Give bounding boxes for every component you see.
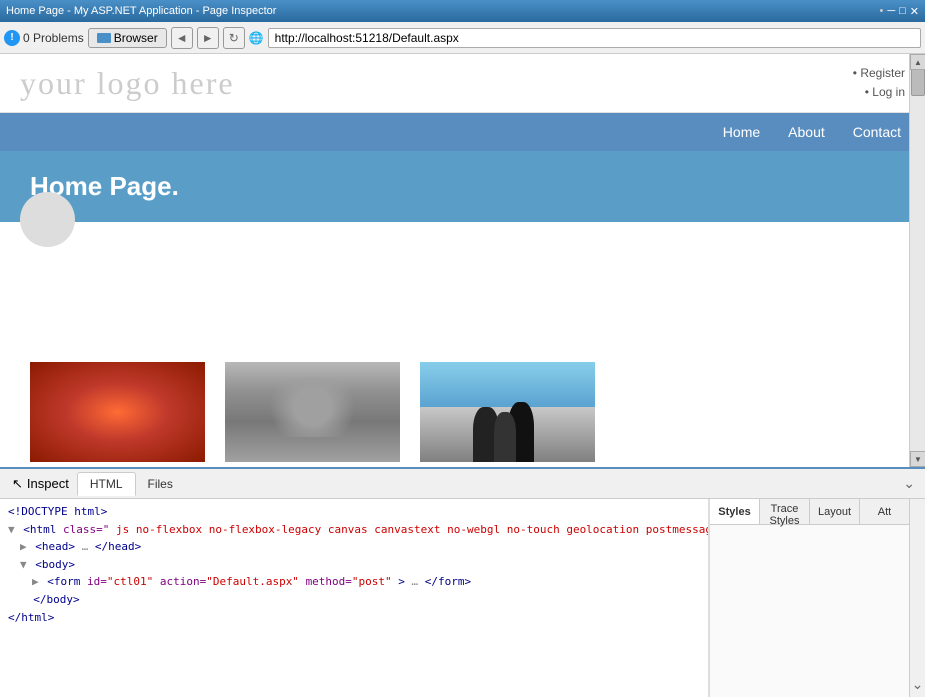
html-close-line: </html>: [8, 609, 700, 627]
nav-about[interactable]: About: [784, 118, 829, 146]
problems-count: 0 Problems: [23, 31, 84, 45]
site-hero: Home Page.: [0, 151, 925, 222]
image-penguins: [420, 362, 595, 462]
body-open-line: ▼ <body>: [20, 556, 700, 574]
address-icon: 🌐: [249, 31, 264, 45]
doctype-line: <!DOCTYPE html>: [8, 503, 700, 521]
styles-panel: Styles Trace Styles Layout Att: [709, 499, 909, 697]
browser-label: Browser: [114, 31, 158, 45]
hero-title: Home Page.: [30, 171, 895, 202]
devtools-tab-bar: ↖ Inspect HTML Files ⌄: [0, 469, 925, 499]
cursor-icon: ↖: [12, 476, 23, 492]
title-bar: Home Page - My ASP.NET Application - Pag…: [0, 0, 925, 22]
title-bar-controls: • ─ □ ✕: [879, 5, 919, 18]
inspect-label: Inspect: [27, 476, 69, 491]
nav-home[interactable]: Home: [719, 118, 764, 146]
nav-back-button[interactable]: ◄: [171, 27, 193, 49]
devtools-panel: ↖ Inspect HTML Files ⌄ <!DOCTYPE html> ▼…: [0, 467, 925, 697]
devtools-corner-expand[interactable]: ⌄: [909, 499, 925, 697]
site-header: your logo here • Register • Log in: [0, 54, 925, 113]
image-koala: [225, 362, 400, 462]
browser-scrollbar[interactable]: ▲ ▼: [909, 54, 925, 467]
problems-icon: !: [4, 30, 20, 46]
tab-html[interactable]: HTML: [77, 472, 136, 496]
browser-content: your logo here • Register • Log in Home …: [0, 54, 925, 467]
bullet-icon: •: [879, 5, 883, 17]
body-close-line: </body>: [20, 591, 700, 609]
browser-button[interactable]: Browser: [88, 28, 167, 48]
head-line: ▶ <head> … </head>: [20, 538, 700, 556]
html-open-line: ▼ <html class=" js no-flexbox no-flexbox…: [8, 521, 700, 539]
tab-trace-styles[interactable]: Trace Styles: [760, 499, 810, 524]
styles-tab-bar: Styles Trace Styles Layout Att: [710, 499, 909, 525]
tab-att[interactable]: Att: [860, 499, 909, 524]
nav-forward-button[interactable]: ►: [197, 27, 219, 49]
images-row: [0, 342, 925, 467]
browser-icon: [97, 33, 111, 43]
html-code-panel[interactable]: <!DOCTYPE html> ▼ <html class=" js no-fl…: [0, 499, 709, 697]
register-link[interactable]: Register: [860, 66, 905, 80]
site-nav: Home About Contact: [0, 113, 925, 151]
tab-files[interactable]: Files: [136, 473, 185, 495]
tab-layout[interactable]: Layout: [810, 499, 860, 524]
site-logo: your logo here: [20, 65, 235, 102]
site-header-links: • Register • Log in: [853, 64, 905, 102]
devtools-main: <!DOCTYPE html> ▼ <html class=" js no-fl…: [0, 499, 925, 697]
form-line: ▶ <form id="ctl01" action="Default.aspx"…: [32, 573, 700, 591]
toolbar: ! 0 Problems Browser ◄ ► ↻ 🌐: [0, 22, 925, 54]
address-input[interactable]: [268, 28, 921, 48]
site-body: [0, 222, 925, 342]
image-flower: [30, 362, 205, 462]
maximize-button[interactable]: □: [899, 5, 906, 17]
nav-contact[interactable]: Contact: [849, 118, 905, 146]
problems-indicator: ! 0 Problems: [4, 30, 84, 46]
close-button[interactable]: ✕: [910, 5, 919, 18]
title-bar-text: Home Page - My ASP.NET Application - Pag…: [6, 5, 276, 17]
inspect-button[interactable]: ↖ Inspect: [4, 476, 77, 492]
minimize-button[interactable]: ─: [887, 5, 895, 17]
scrollbar-up-arrow[interactable]: ▲: [910, 54, 925, 70]
nav-refresh-button[interactable]: ↻: [223, 27, 245, 49]
scrollbar-down-arrow[interactable]: ▼: [910, 451, 925, 467]
chevron-down-icon: ⌄: [912, 676, 924, 693]
address-bar: 🌐: [249, 28, 921, 48]
login-link[interactable]: Log in: [872, 85, 905, 99]
title-bar-title: Home Page - My ASP.NET Application - Pag…: [6, 5, 276, 17]
devtools-expand-btn[interactable]: ⌄: [897, 471, 921, 496]
tab-styles[interactable]: Styles: [710, 499, 760, 524]
